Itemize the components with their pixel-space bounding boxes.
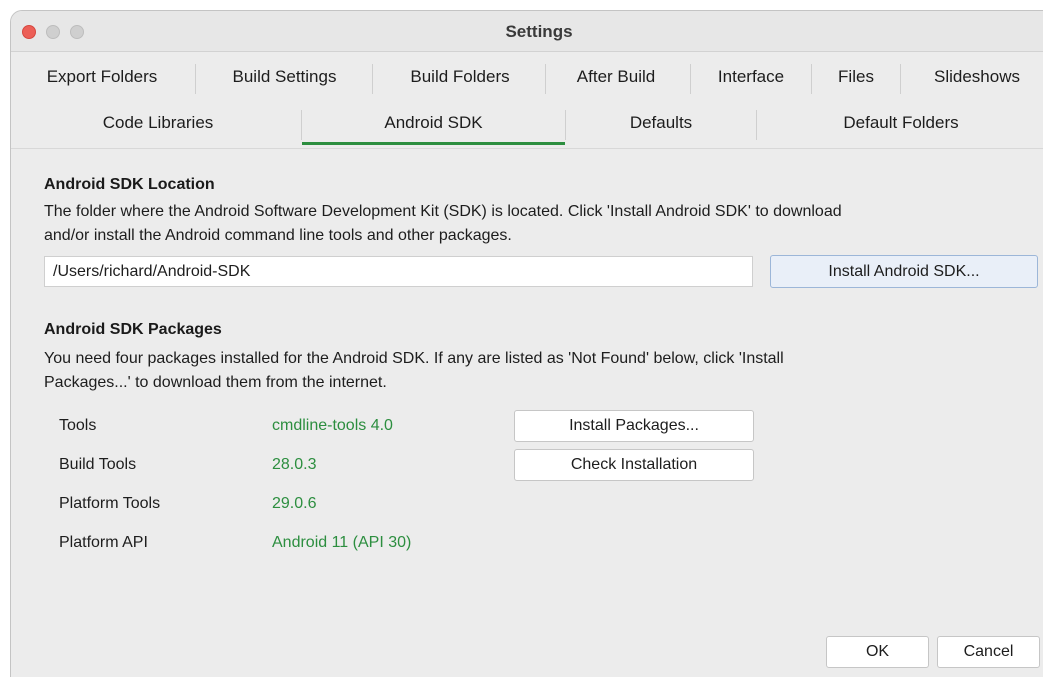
tab-code-libraries[interactable]: Code Libraries xyxy=(31,101,285,145)
tab-android-sdk[interactable]: Android SDK xyxy=(302,101,565,145)
sdk-location-description-line-2: and/or install the Android command line … xyxy=(44,227,512,244)
tab-export-folders[interactable]: Export Folders xyxy=(22,55,182,99)
sdk-packages-description-line-2: Packages...' to download them from the i… xyxy=(44,374,387,391)
android-sdk-panel: Android SDK Location The folder where th… xyxy=(11,149,1043,677)
package-value-platform-tools: 29.0.6 xyxy=(272,495,317,512)
tab-divider xyxy=(195,64,196,94)
tab-divider xyxy=(690,64,691,94)
cancel-button[interactable]: Cancel xyxy=(937,636,1040,668)
tab-divider xyxy=(545,64,546,94)
settings-window: Settings Export Folders Build Settings B… xyxy=(10,10,1043,677)
window-title: Settings xyxy=(505,22,573,41)
package-label-platform-tools: Platform Tools xyxy=(59,495,161,512)
package-label-build-tools: Build Tools xyxy=(59,456,137,473)
ok-button[interactable]: OK xyxy=(826,636,929,668)
sdk-packages-description-line-1: You need four packages installed for the… xyxy=(44,350,784,367)
title-bar: Settings xyxy=(11,11,1043,52)
tab-divider xyxy=(811,64,812,94)
sdk-location-description-line-1: The folder where the Android Software De… xyxy=(44,203,842,220)
tab-defaults[interactable]: Defaults xyxy=(566,101,756,145)
tab-build-settings[interactable]: Build Settings xyxy=(206,55,363,99)
tab-divider xyxy=(900,64,901,94)
tab-interface[interactable]: Interface xyxy=(701,55,801,99)
install-android-sdk-button[interactable]: Install Android SDK... xyxy=(770,255,1038,288)
check-installation-button[interactable]: Check Installation xyxy=(514,449,754,481)
tab-build-folders[interactable]: Build Folders xyxy=(384,55,536,99)
tab-row-2: Code Libraries Android SDK Defaults Defa… xyxy=(11,101,1043,147)
tab-row-1: Export Folders Build Settings Build Fold… xyxy=(11,55,1043,101)
sdk-location-heading: Android SDK Location xyxy=(44,176,215,193)
install-packages-button[interactable]: Install Packages... xyxy=(514,410,754,442)
tab-after-build[interactable]: After Build xyxy=(557,55,675,99)
tab-default-folders[interactable]: Default Folders xyxy=(757,101,1043,145)
package-label-tools: Tools xyxy=(59,417,97,434)
tab-slideshows[interactable]: Slideshows xyxy=(910,55,1043,99)
sdk-packages-heading: Android SDK Packages xyxy=(44,321,222,338)
package-value-build-tools: 28.0.3 xyxy=(272,456,317,473)
tab-files[interactable]: Files xyxy=(820,55,892,99)
package-value-platform-api: Android 11 (API 30) xyxy=(272,534,412,551)
package-label-platform-api: Platform API xyxy=(59,534,148,551)
package-value-tools: cmdline-tools 4.0 xyxy=(272,417,393,434)
tab-bar: Export Folders Build Settings Build Fold… xyxy=(11,52,1043,149)
tab-divider xyxy=(372,64,373,94)
sdk-path-field[interactable]: /Users/richard/Android-SDK xyxy=(44,256,753,287)
